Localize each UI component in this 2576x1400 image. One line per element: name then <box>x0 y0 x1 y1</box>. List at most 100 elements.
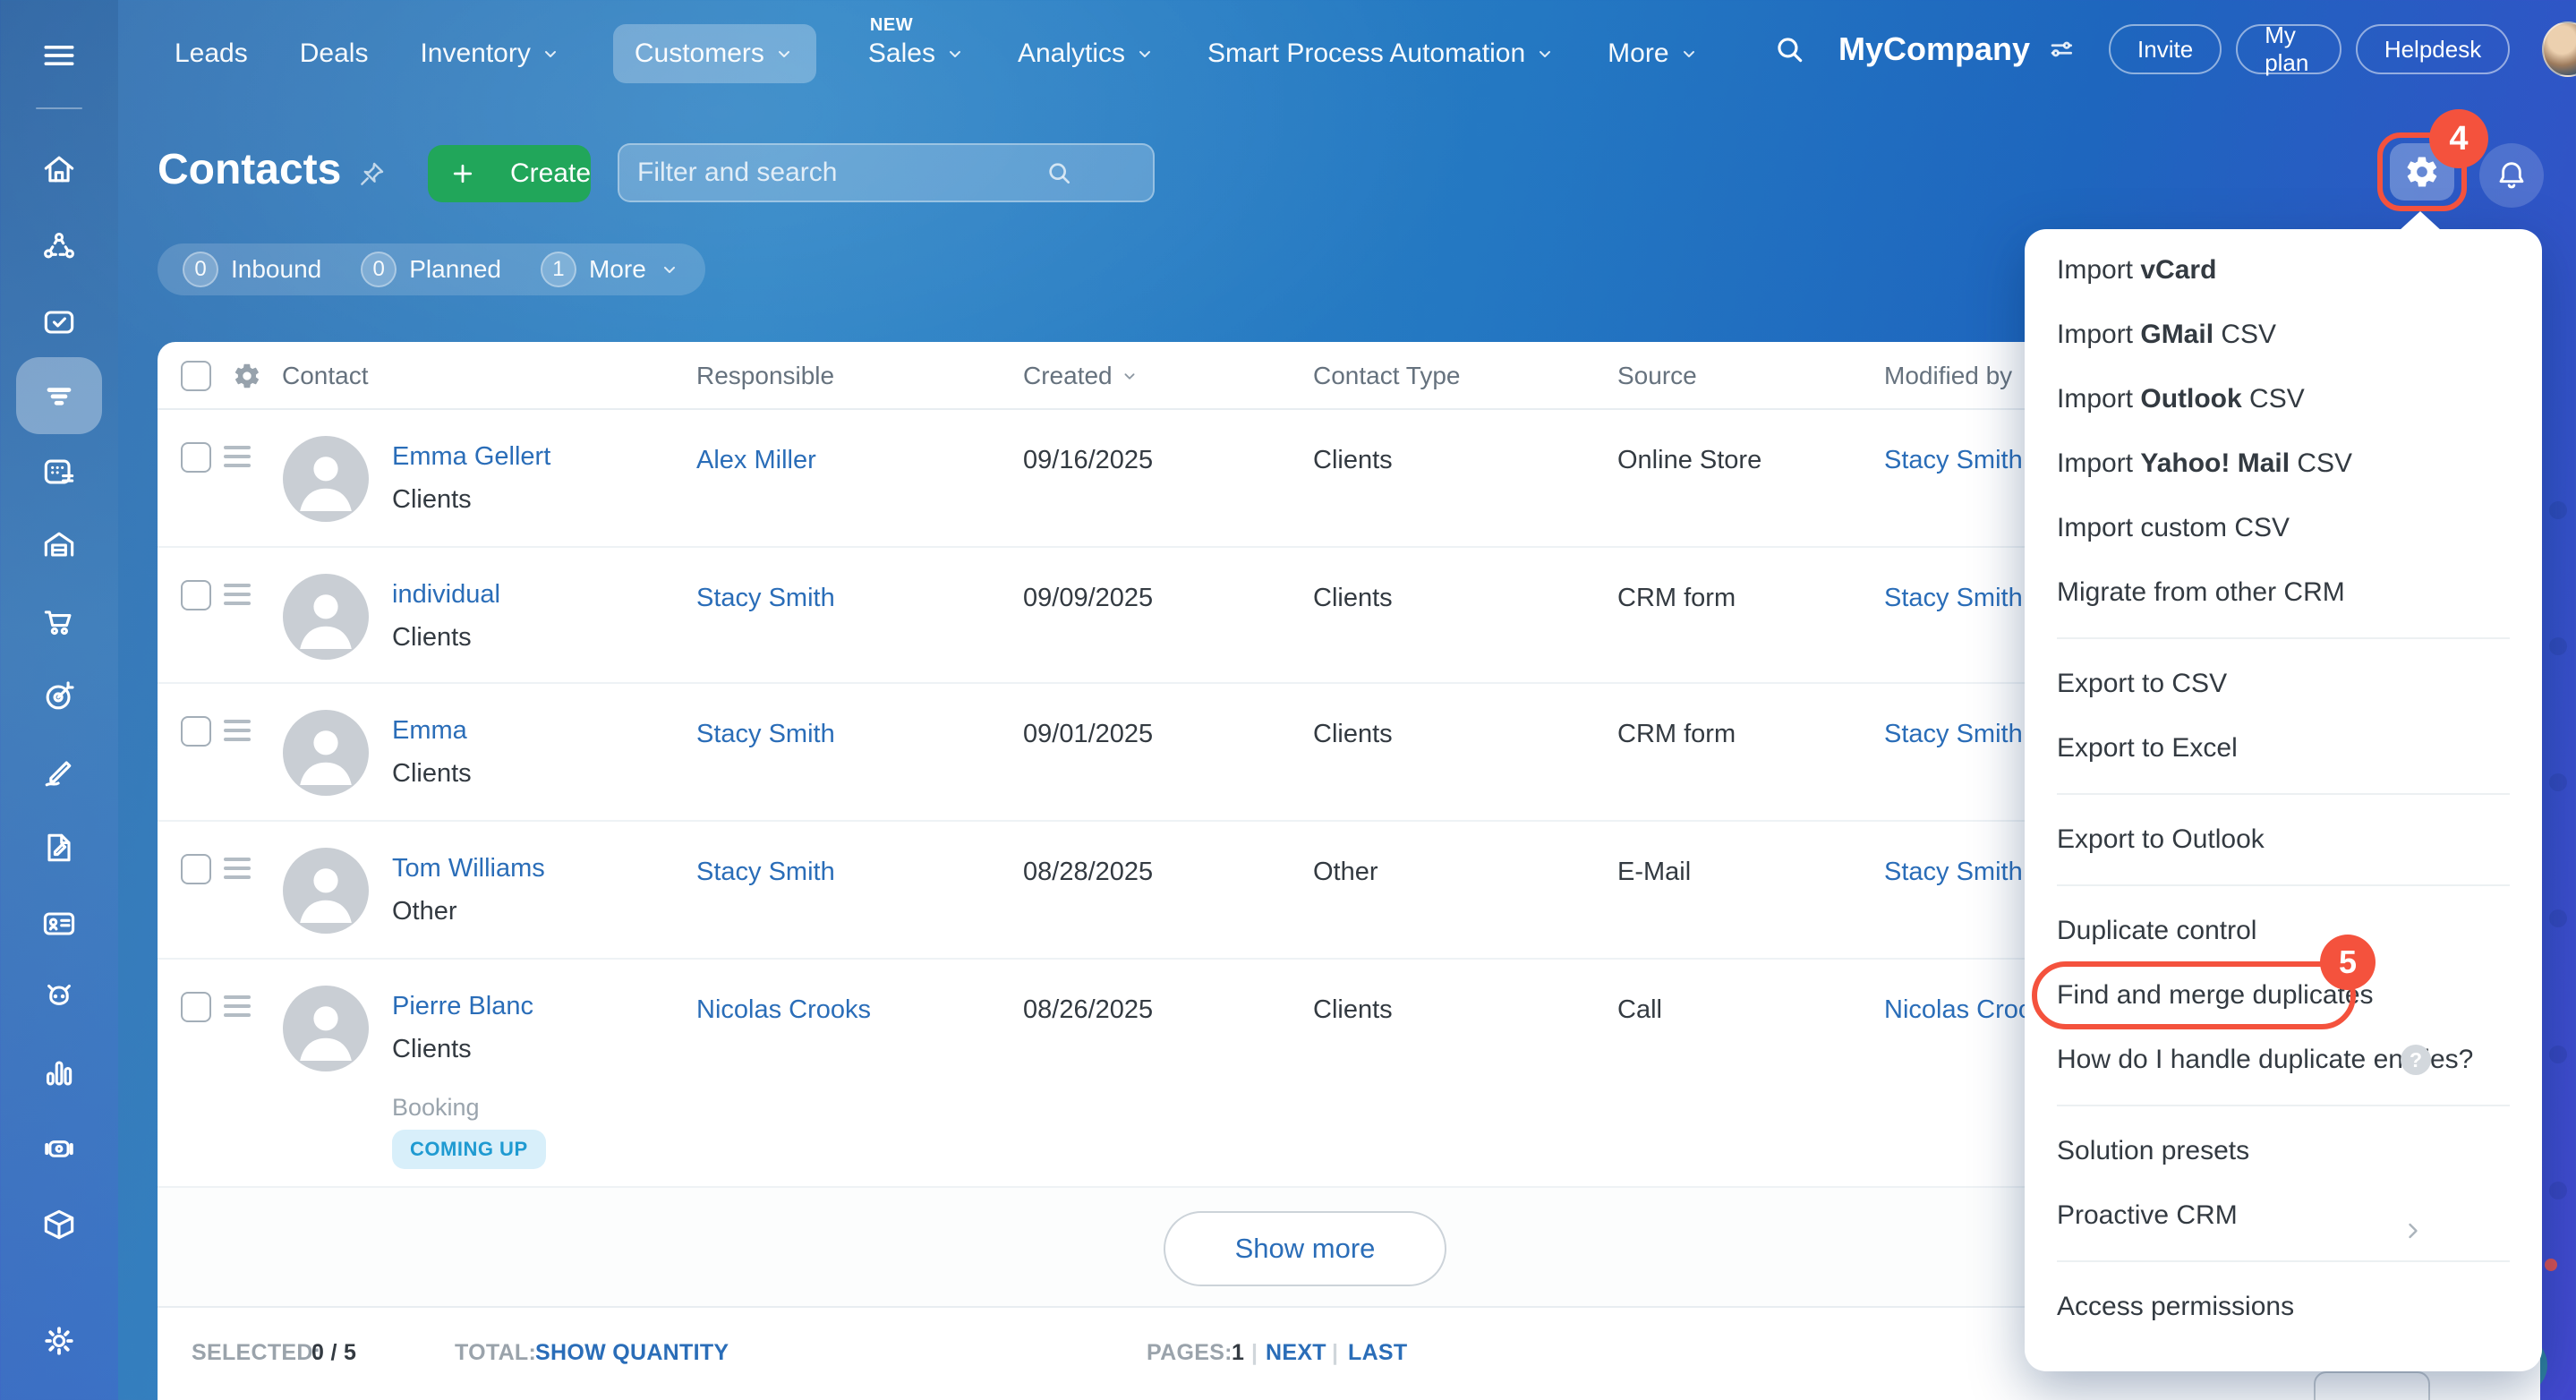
top-navigation: Leads Deals Inventory Customers NEWSales Anal… <box>175 0 1700 107</box>
contact-avatar[interactable] <box>283 710 369 796</box>
nav-item-deals[interactable]: Deals <box>300 38 369 69</box>
sidebar-item-settings[interactable] <box>39 1321 79 1361</box>
menu-item-export-to-excel[interactable]: Export to Excel <box>2025 716 2542 781</box>
last-page-link[interactable]: LAST <box>1348 1340 1407 1366</box>
modified-by-link[interactable]: Stacy Smith <box>1884 446 2023 475</box>
column-header-contact[interactable]: Contact <box>282 342 369 410</box>
contact-name-link[interactable]: Tom Williams <box>392 854 545 884</box>
sidebar-item-cart[interactable] <box>39 602 79 641</box>
show-quantity-link[interactable]: SHOW QUANTITY <box>535 1340 729 1366</box>
counter-more[interactable]: 1More <box>541 252 680 287</box>
create-button[interactable]: Create <box>428 145 591 202</box>
menu-item-import-outlook-csv[interactable]: Import Outlook CSV <box>2025 367 2542 431</box>
column-header-created[interactable]: Created <box>1023 342 1139 410</box>
company-name[interactable]: MyCompany <box>1838 30 2030 68</box>
menu-item-solution-presets[interactable]: Solution presets <box>2025 1119 2542 1183</box>
row-checkbox[interactable] <box>181 854 211 884</box>
menu-item-import-gmail-csv[interactable]: Import GMail CSV <box>2025 303 2542 367</box>
responsible-link[interactable]: Stacy Smith <box>696 584 835 613</box>
modified-by-link[interactable]: Stacy Smith <box>1884 584 2023 613</box>
nav-item-customers[interactable]: Customers <box>613 24 816 83</box>
sidebar-item-calendar[interactable] <box>39 452 79 491</box>
sidebar-item-sign[interactable] <box>39 753 79 792</box>
sidebar-item-video[interactable] <box>39 1129 79 1168</box>
modified-by-link[interactable]: Stacy Smith <box>1884 858 2023 887</box>
column-header-modified-by[interactable]: Modified by <box>1884 342 2012 410</box>
contact-name-link[interactable]: individual <box>392 580 500 610</box>
next-page-link[interactable]: NEXT <box>1266 1340 1326 1366</box>
nav-item-analytics[interactable]: Analytics <box>1018 38 1156 69</box>
select-all-checkbox[interactable] <box>181 361 211 391</box>
filter-search-input[interactable] <box>637 158 983 188</box>
pin-icon[interactable] <box>356 159 387 194</box>
column-settings-gear-icon[interactable] <box>233 362 261 395</box>
sidebar-item-contact-card[interactable] <box>39 904 79 943</box>
contact-avatar[interactable] <box>283 574 369 660</box>
nav-item-leads[interactable]: Leads <box>175 38 248 69</box>
column-header-source[interactable]: Source <box>1617 342 1697 410</box>
menu-item-duplicate-control[interactable]: Duplicate control <box>2025 899 2542 963</box>
responsible-link[interactable]: Stacy Smith <box>696 720 835 749</box>
menu-item-export-to-outlook[interactable]: Export to Outlook <box>2025 807 2542 872</box>
nav-item-sales[interactable]: NEWSales <box>868 38 966 69</box>
search-icon[interactable] <box>1772 32 1806 66</box>
contact-name-link[interactable]: Emma <box>392 716 467 746</box>
row-checkbox[interactable] <box>181 442 211 473</box>
sidebar-menu-toggle[interactable] <box>39 36 79 75</box>
company-settings-icon[interactable] <box>2046 34 2077 64</box>
sidebar-item-network[interactable] <box>39 228 79 268</box>
sidebar-item-box[interactable] <box>39 1205 79 1244</box>
topbar-button-invite[interactable]: Invite <box>2109 24 2222 74</box>
menu-item-how-do-i-handle-duplicate-entities[interactable]: How do I handle duplicate entities?? <box>2025 1028 2542 1092</box>
menu-item-import-vcard[interactable]: Import vCard <box>2025 238 2542 303</box>
row-checkbox[interactable] <box>181 580 211 610</box>
modified-by-link[interactable]: Stacy Smith <box>1884 720 2023 749</box>
user-avatar[interactable] <box>2542 21 2576 77</box>
responsible-link[interactable]: Nicolas Crooks <box>696 995 871 1025</box>
counter-inbound[interactable]: 0Inbound <box>183 252 321 287</box>
column-header-responsible[interactable]: Responsible <box>696 342 834 410</box>
column-header-contact-type[interactable]: Contact Type <box>1313 342 1460 410</box>
sidebar-item-documents[interactable] <box>39 828 79 867</box>
sidebar-item-target[interactable] <box>39 677 79 716</box>
sidebar-item-chart[interactable] <box>39 1054 79 1093</box>
partially-hidden-button[interactable] <box>2314 1371 2430 1400</box>
row-menu-icon[interactable] <box>224 995 251 1022</box>
menu-item-export-to-csv[interactable]: Export to CSV <box>2025 652 2542 716</box>
nav-item-inventory[interactable]: Inventory <box>420 38 560 69</box>
nav-item-smart-process-automation[interactable]: Smart Process Automation <box>1207 38 1556 69</box>
contact-avatar[interactable] <box>283 848 369 934</box>
menu-item-find-and-merge-duplicates[interactable]: Find and merge duplicates5 <box>2025 963 2542 1028</box>
sidebar-item-tasks[interactable] <box>39 303 79 342</box>
menu-item-proactive-crm[interactable]: Proactive CRM <box>2025 1183 2542 1248</box>
menu-item-access-permissions[interactable]: Access permissions <box>2025 1275 2542 1339</box>
contact-avatar[interactable] <box>283 986 369 1071</box>
row-menu-icon[interactable] <box>224 858 251 884</box>
row-checkbox[interactable] <box>181 716 211 747</box>
sidebar-item-crm[interactable] <box>39 376 79 415</box>
counter-planned[interactable]: 0Planned <box>361 252 501 287</box>
responsible-link[interactable]: Stacy Smith <box>696 858 835 887</box>
sidebar-item-ai-bot[interactable] <box>39 977 79 1017</box>
row-checkbox[interactable] <box>181 992 211 1022</box>
topbar-button-my-plan[interactable]: My plan <box>2236 24 2341 74</box>
menu-item-migrate-from-other-crm[interactable]: Migrate from other CRM <box>2025 560 2542 625</box>
counter-count: 0 <box>183 252 218 287</box>
contact-avatar[interactable] <box>283 436 369 522</box>
row-menu-icon[interactable] <box>224 720 251 747</box>
menu-item-import-custom-csv[interactable]: Import custom CSV <box>2025 496 2542 560</box>
contact-name-link[interactable]: Pierre Blanc <box>392 992 533 1021</box>
row-menu-icon[interactable] <box>224 446 251 473</box>
row-menu-icon[interactable] <box>224 584 251 610</box>
nav-item-more[interactable]: More <box>1608 38 1699 69</box>
notifications-bell-button[interactable] <box>2479 143 2544 208</box>
sidebar-item-home[interactable] <box>39 149 79 189</box>
contact-name-link[interactable]: Emma Gellert <box>392 442 550 472</box>
sidebar-item-warehouse[interactable] <box>39 525 79 565</box>
topbar-button-helpdesk[interactable]: Helpdesk <box>2356 24 2510 74</box>
responsible-link[interactable]: Alex Miller <box>696 446 816 475</box>
created-date: 09/01/2025 <box>1023 720 1153 749</box>
show-more-button[interactable]: Show more <box>1164 1211 1446 1286</box>
menu-item-import-yahoo-mail-csv[interactable]: Import Yahoo! Mail CSV <box>2025 431 2542 496</box>
help-icon[interactable]: ? <box>2401 1045 2431 1075</box>
